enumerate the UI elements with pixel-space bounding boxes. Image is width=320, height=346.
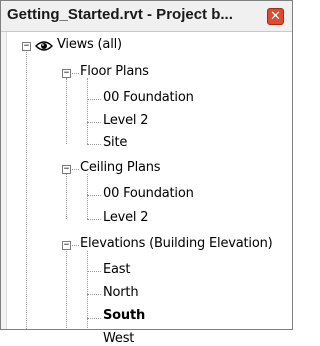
- collapse-floor-plans-toggle[interactable]: −: [62, 69, 71, 78]
- tree-connector: [66, 78, 67, 144]
- tree-connector: [87, 251, 88, 328]
- tree-node-elevations[interactable]: Elevations (Building Elevation): [80, 236, 273, 251]
- collapse-ceiling-plans-toggle[interactable]: −: [62, 165, 71, 174]
- tree-item-ceiling-00-foundation[interactable]: 00 Foundation: [103, 186, 194, 201]
- tree-left-edge: [1, 32, 7, 329]
- tree-connector: [87, 271, 101, 272]
- tree-connector: [66, 251, 67, 328]
- tree-connector: [87, 99, 101, 100]
- tree-connector: [26, 52, 27, 329]
- tree-node-floor-plans[interactable]: Floor Plans: [80, 64, 149, 79]
- project-tree[interactable]: − Views (all) − Floor Plans 00 Foundatio…: [1, 32, 292, 346]
- tree-connector: [87, 195, 101, 196]
- tree-connector: [87, 294, 101, 295]
- tree-connector: [66, 174, 67, 219]
- close-button[interactable]: ✕: [267, 8, 284, 25]
- tree-item-floor-site[interactable]: Site: [103, 135, 127, 150]
- collapse-views-toggle[interactable]: −: [22, 42, 31, 51]
- tree-item-floor-level-2[interactable]: Level 2: [103, 113, 149, 128]
- tree-item-floor-00-foundation[interactable]: 00 Foundation: [103, 90, 194, 105]
- tree-connector: [87, 144, 101, 145]
- close-icon: ✕: [270, 9, 281, 24]
- tree-item-elevation-north[interactable]: North: [103, 285, 139, 300]
- tree-item-elevation-east[interactable]: East: [103, 262, 130, 277]
- tree-connector: [87, 318, 101, 319]
- tree-connector: [87, 78, 88, 144]
- tree-connector: [87, 219, 101, 220]
- tree-item-ceiling-level-2[interactable]: Level 2: [103, 210, 149, 225]
- title-bar[interactable]: Getting_Started.rvt - Project b... ✕: [1, 1, 292, 32]
- tree-item-elevation-south-active[interactable]: South: [103, 308, 145, 323]
- tree-connector: [87, 174, 88, 219]
- tree-connector: [87, 122, 101, 123]
- tree-node-ceiling-plans[interactable]: Ceiling Plans: [80, 160, 161, 175]
- eye-icon: [35, 41, 53, 51]
- tree-item-elevation-west[interactable]: West: [103, 331, 134, 346]
- tree-root-views[interactable]: Views (all): [57, 37, 122, 52]
- project-browser-window: Getting_Started.rvt - Project b... ✕ − V…: [0, 0, 293, 346]
- window-title: Getting_Started.rvt - Project b...: [7, 6, 233, 23]
- collapse-elevations-toggle[interactable]: −: [62, 241, 71, 250]
